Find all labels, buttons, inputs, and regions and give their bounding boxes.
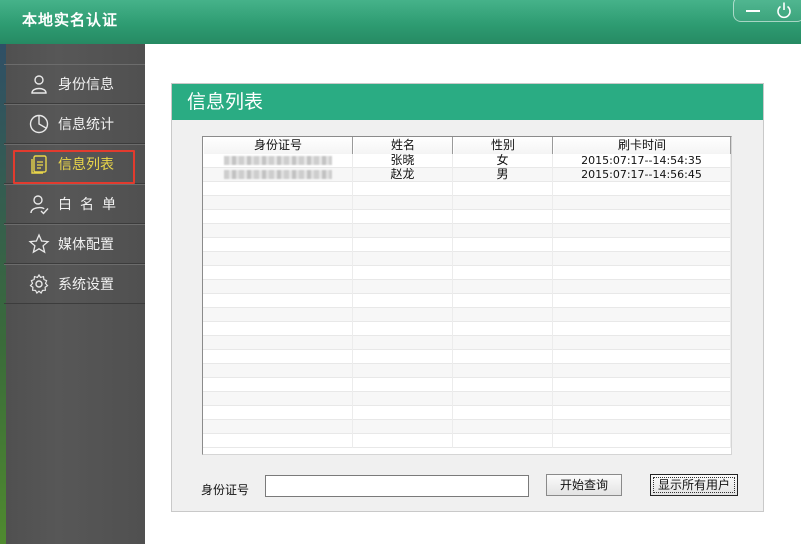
app-title: 本地实名认证: [22, 11, 119, 29]
column-header-id-number[interactable]: 身份证号: [203, 137, 353, 154]
column-header-swipe-time[interactable]: 刷卡时间: [553, 137, 731, 154]
sidebar-item-label: 白名单: [58, 197, 124, 213]
document-list-icon: [28, 153, 50, 175]
empty-row: [203, 378, 731, 392]
column-header-gender[interactable]: 性别: [453, 137, 553, 154]
swipe-time-cell: 2015:07:17--14:56:45: [553, 168, 731, 182]
empty-row: [203, 210, 731, 224]
sidebar-item-info-list[interactable]: 信息列表: [4, 144, 145, 184]
sidebar-item-info-stats[interactable]: 信息统计: [4, 104, 145, 144]
minimize-icon: [746, 10, 760, 12]
user-icon: [28, 73, 50, 95]
id-number-search-input[interactable]: [265, 475, 529, 497]
info-list-panel: 信息列表 身份证号 姓名 性别 刷卡时间 张晓 女 2015:07:17--14…: [171, 83, 764, 512]
power-button[interactable]: [772, 1, 796, 19]
title-bar: 本地实名认证: [0, 0, 801, 44]
sidebar-item-label: 信息列表: [58, 157, 114, 173]
table-body: 张晓 女 2015:07:17--14:54:35 赵龙 男 2015:07:1…: [203, 154, 731, 448]
id-number-cell-redacted: [203, 154, 353, 168]
redacted-id-blur: [223, 170, 332, 179]
swipe-time-cell: 2015:07:17--14:54:35: [553, 154, 731, 168]
minimize-button[interactable]: [742, 1, 766, 19]
sidebar-item-label: 媒体配置: [58, 237, 114, 253]
id-number-cell-redacted: [203, 168, 353, 182]
empty-row: [203, 364, 731, 378]
sidebar-item-label: 系统设置: [58, 277, 114, 293]
empty-row: [203, 420, 731, 434]
name-cell: 张晓: [353, 154, 453, 168]
panel-title: 信息列表: [172, 84, 763, 120]
empty-row: [203, 406, 731, 420]
gender-cell: 女: [453, 154, 553, 168]
gear-icon: [28, 273, 50, 295]
empty-row: [203, 280, 731, 294]
sidebar-item-label: 信息统计: [58, 117, 114, 133]
empty-row: [203, 224, 731, 238]
sidebar-item-system-settings[interactable]: 系统设置: [4, 264, 145, 304]
table-row[interactable]: 赵龙 男 2015:07:17--14:56:45: [203, 168, 731, 182]
empty-row: [203, 266, 731, 280]
empty-row: [203, 322, 731, 336]
pie-chart-icon: [28, 113, 50, 135]
sidebar-item-identity-info[interactable]: 身份信息: [4, 64, 145, 104]
sidebar-item-media-config[interactable]: 媒体配置: [4, 224, 145, 264]
redacted-id-blur: [223, 156, 332, 165]
star-icon: [28, 233, 50, 255]
empty-row: [203, 252, 731, 266]
power-icon: [777, 2, 791, 19]
empty-row: [203, 434, 731, 448]
user-check-icon: [28, 193, 50, 215]
empty-row: [203, 196, 731, 210]
table-row[interactable]: 张晓 女 2015:07:17--14:54:35: [203, 154, 731, 168]
name-cell: 赵龙: [353, 168, 453, 182]
table-header: 身份证号 姓名 性别 刷卡时间: [203, 137, 731, 154]
gender-cell: 男: [453, 168, 553, 182]
info-table[interactable]: 身份证号 姓名 性别 刷卡时间 张晓 女 2015:07:17--14:54:3…: [202, 136, 732, 455]
empty-row: [203, 294, 731, 308]
show-all-users-button[interactable]: 显示所有用户: [650, 474, 738, 496]
empty-row: [203, 308, 731, 322]
id-number-label: 身份证号: [201, 483, 250, 497]
sidebar-item-whitelist[interactable]: 白名单: [4, 184, 145, 224]
column-header-name[interactable]: 姓名: [353, 137, 453, 154]
sidebar-menu: 身份信息 信息统计 信息列表 白名单 媒体配置 系统设置: [4, 64, 145, 304]
empty-row: [203, 238, 731, 252]
start-query-button[interactable]: 开始查询: [546, 474, 622, 496]
empty-row: [203, 182, 731, 196]
sidebar-item-label: 身份信息: [58, 77, 114, 93]
window-controls: [733, 0, 801, 22]
empty-row: [203, 392, 731, 406]
empty-row: [203, 350, 731, 364]
empty-row: [203, 336, 731, 350]
